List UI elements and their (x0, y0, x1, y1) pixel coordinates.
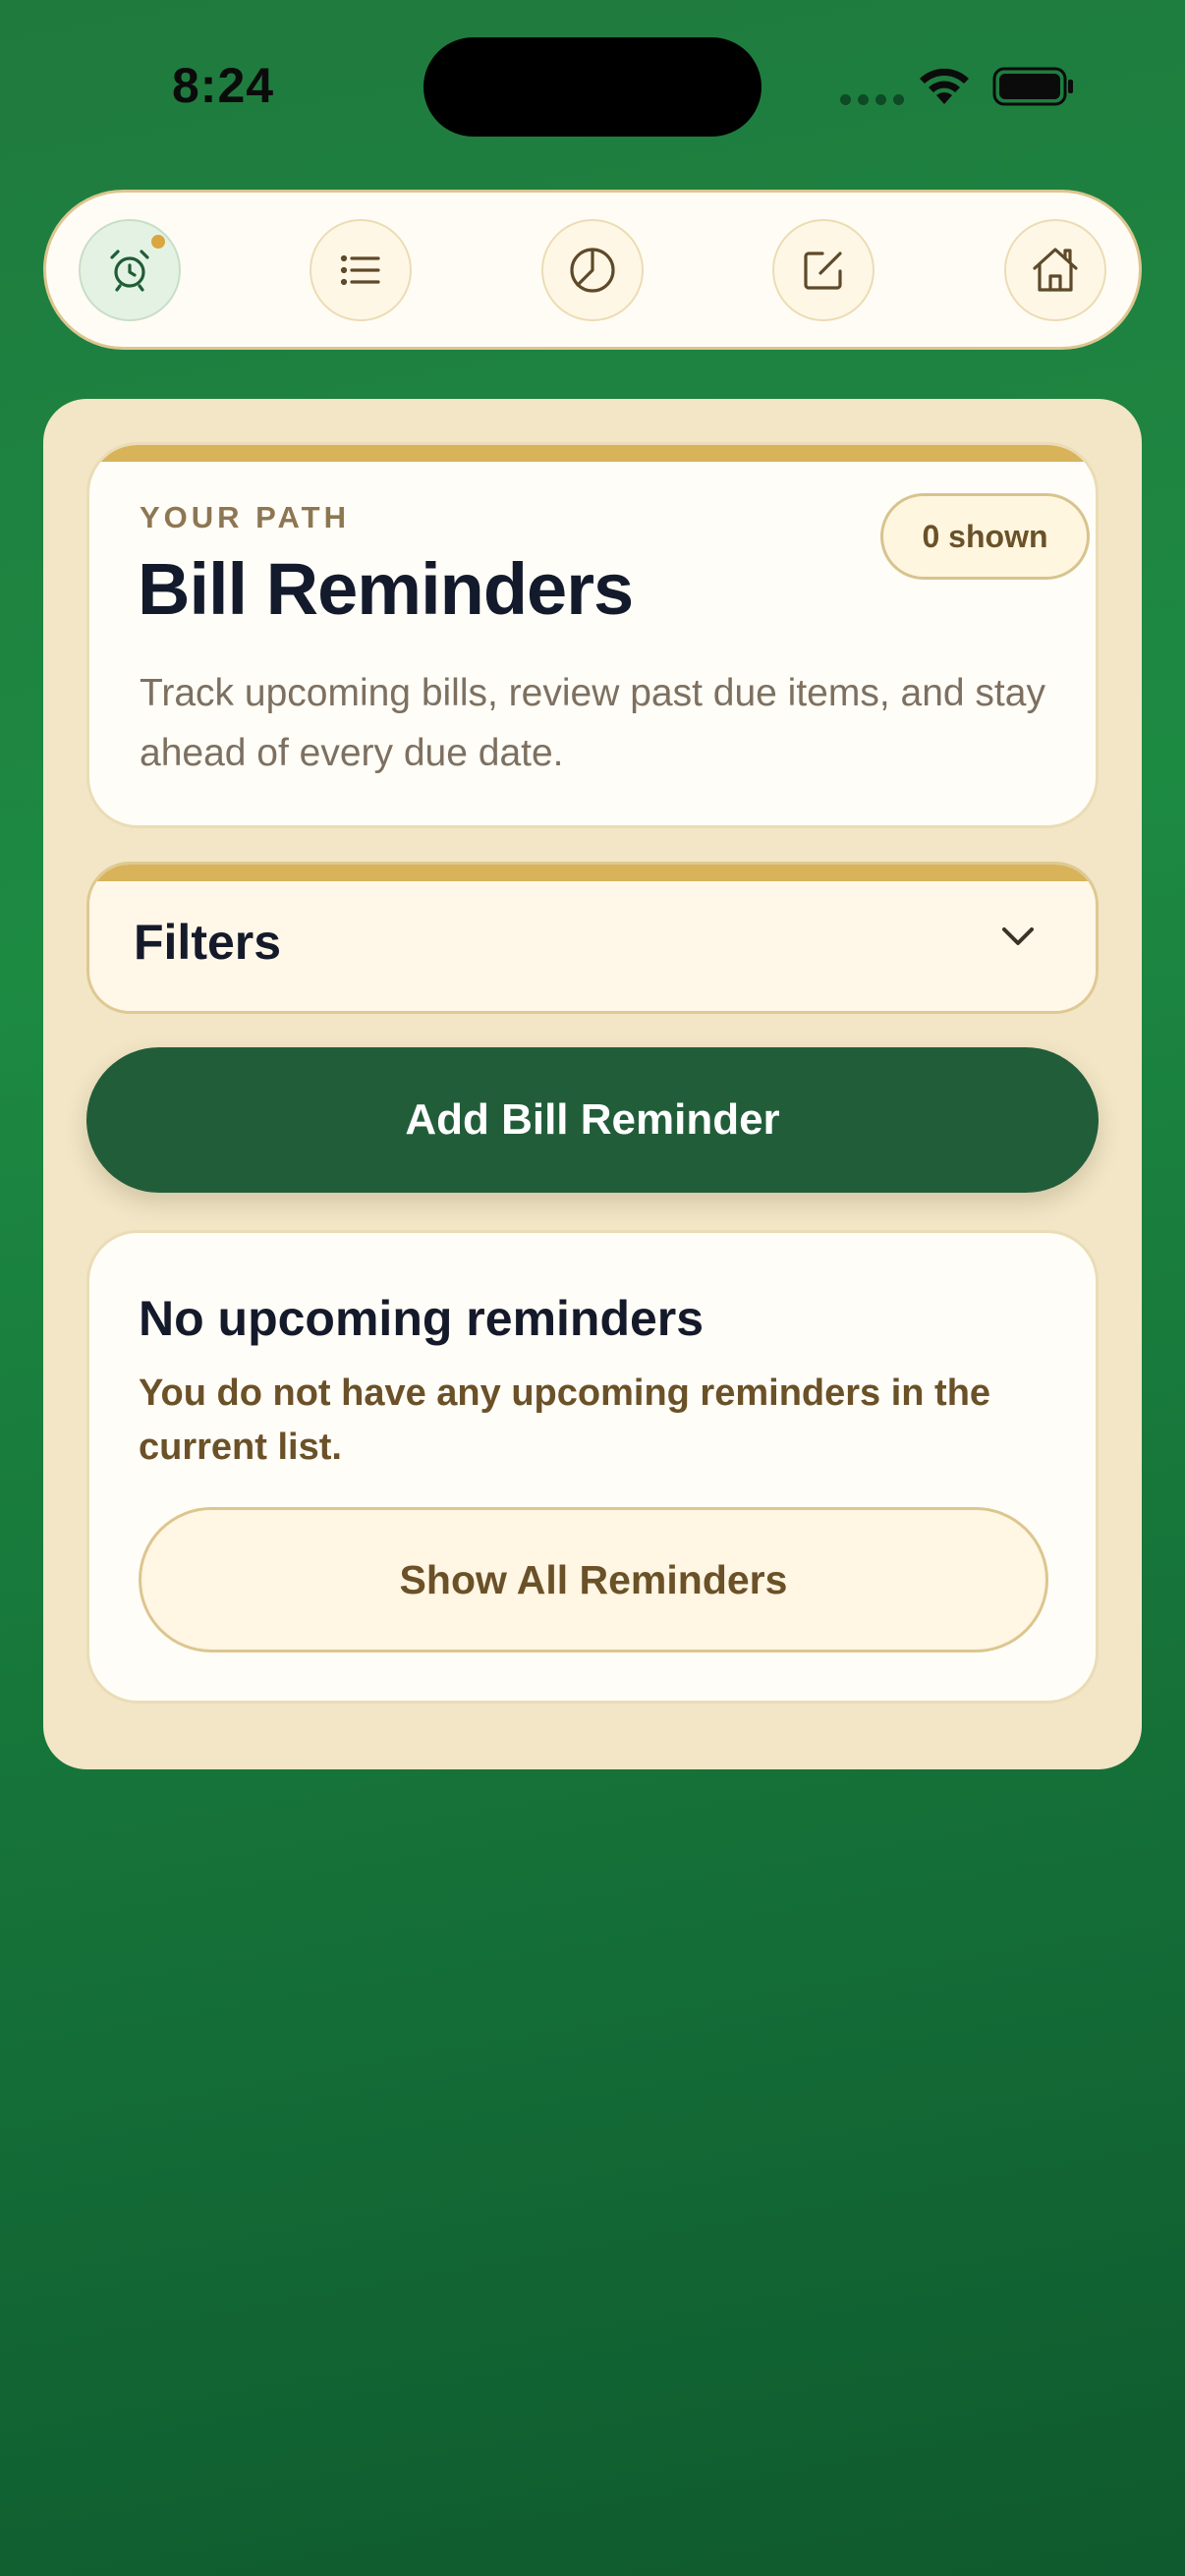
chevron-down-icon (1002, 927, 1034, 945)
cellular-signal-icon (840, 94, 904, 105)
page-description: Track upcoming bills, review past due it… (140, 672, 1045, 774)
nav-reports-button[interactable] (541, 219, 644, 321)
nav-edit-button[interactable] (772, 219, 875, 321)
nav-list-button[interactable] (310, 219, 412, 321)
dynamic-island (423, 37, 762, 137)
wifi-icon (920, 68, 969, 104)
edit-icon (804, 252, 842, 290)
battery-icon (992, 67, 1073, 106)
count-badge: 0 shown (880, 493, 1090, 580)
status-bar: 8:24 (0, 0, 1185, 147)
filters-label: Filters (134, 915, 282, 970)
notification-dot (151, 235, 165, 249)
home-icon (1033, 248, 1078, 292)
nav-reminders-button[interactable] (79, 219, 181, 321)
pie-chart-icon (570, 248, 615, 293)
list-icon (340, 254, 380, 286)
hero-eyebrow: YOUR PATH (140, 500, 350, 534)
top-nav-bar (43, 190, 1142, 350)
hero-card: YOUR PATH Bill Reminders Track upcoming … (86, 442, 1099, 828)
nav-home-button[interactable] (1004, 219, 1106, 321)
alarm-clock-icon (110, 250, 149, 292)
empty-state-title: No upcoming reminders (139, 1291, 705, 1346)
empty-state-card: No upcoming reminders You do not have an… (86, 1230, 1099, 1704)
add-bill-reminder-button[interactable]: Add Bill Reminder (86, 1047, 1099, 1193)
main-panel: YOUR PATH Bill Reminders Track upcoming … (43, 399, 1142, 1769)
status-time: 8:24 (172, 58, 275, 113)
page-title: Bill Reminders (138, 548, 634, 630)
show-all-reminders-button[interactable]: Show All Reminders (139, 1507, 1048, 1652)
filters-toggle[interactable]: Filters (86, 862, 1099, 1014)
empty-state-description: You do not have any upcoming reminders i… (139, 1372, 991, 1468)
